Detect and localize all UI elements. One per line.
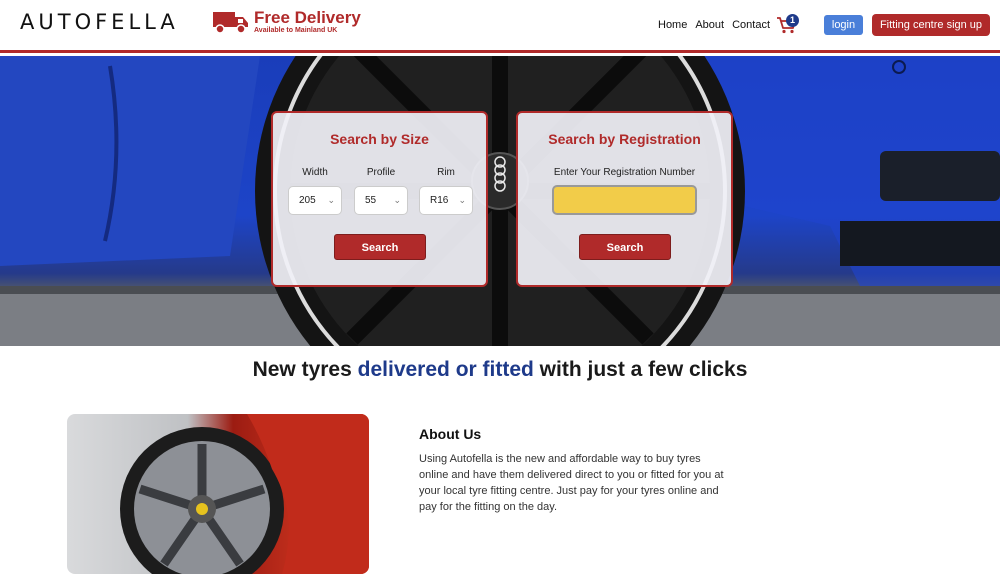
profile-select[interactable]: 55 ⌄ [354,186,408,215]
width-label: Width [302,167,328,178]
registration-input-label: Enter Your Registration Number [553,167,696,178]
search-by-size-card: Search by Size Width Profile Rim 205 ⌄ 5… [271,111,488,287]
tagline-part-1: New tyres [252,358,358,381]
profile-select-value: 55 [365,195,377,206]
cart-count-badge: 1 [786,14,799,27]
about-us-text: Using Autofella is the new and affordabl… [419,453,724,513]
tagline-part-2: with just a few clicks [533,358,748,381]
nav-contact[interactable]: Contact [732,19,770,31]
search-by-size-title: Search by Size [330,131,429,147]
login-button[interactable]: login [824,15,863,35]
fitting-centre-signup-button[interactable]: Fitting centre sign up [872,14,990,36]
delivery-subtitle: Available to Mainland UK [254,27,338,34]
nav-about[interactable]: About [695,19,724,31]
main-nav: Home About Contact [658,19,770,31]
page-tagline: New tyres delivered or fitted with just … [0,358,1000,382]
hero-banner [0,56,1000,346]
rim-select-value: R16 [430,195,449,206]
search-by-registration-card: Search by Registration Enter Your Regist… [516,111,733,287]
red-car-wheel-illustration [120,414,369,574]
size-search-button[interactable]: Search [334,234,426,260]
profile-label: Profile [366,167,396,178]
width-select[interactable]: 205 ⌄ [288,186,342,215]
chevron-down-icon: ⌄ [458,195,466,205]
nav-home[interactable]: Home [658,19,687,31]
registration-number-input[interactable] [552,185,697,215]
about-car-wheel-image [67,414,369,574]
chevron-down-icon: ⌄ [327,195,335,205]
delivery-title: Free Delivery [254,8,361,27]
tagline-highlight: delivered or fitted [357,358,534,381]
free-delivery-banner: Free Delivery Available to Mainland UK [212,9,361,35]
width-select-value: 205 [299,195,316,206]
rim-label: Rim [437,167,455,178]
chevron-down-icon: ⌄ [393,195,401,205]
rim-select[interactable]: R16 ⌄ [419,186,473,215]
site-header: AUTOFELLA Free Delivery Available to Mai… [0,0,1000,53]
search-by-registration-title: Search by Registration [548,131,701,147]
car-wheel-hero-image [0,56,1000,346]
delivery-truck-icon [213,12,248,34]
about-us-title: About Us [419,426,482,442]
registration-search-button[interactable]: Search [579,234,671,260]
autofella-logo[interactable]: AUTOFELLA [20,10,179,34]
